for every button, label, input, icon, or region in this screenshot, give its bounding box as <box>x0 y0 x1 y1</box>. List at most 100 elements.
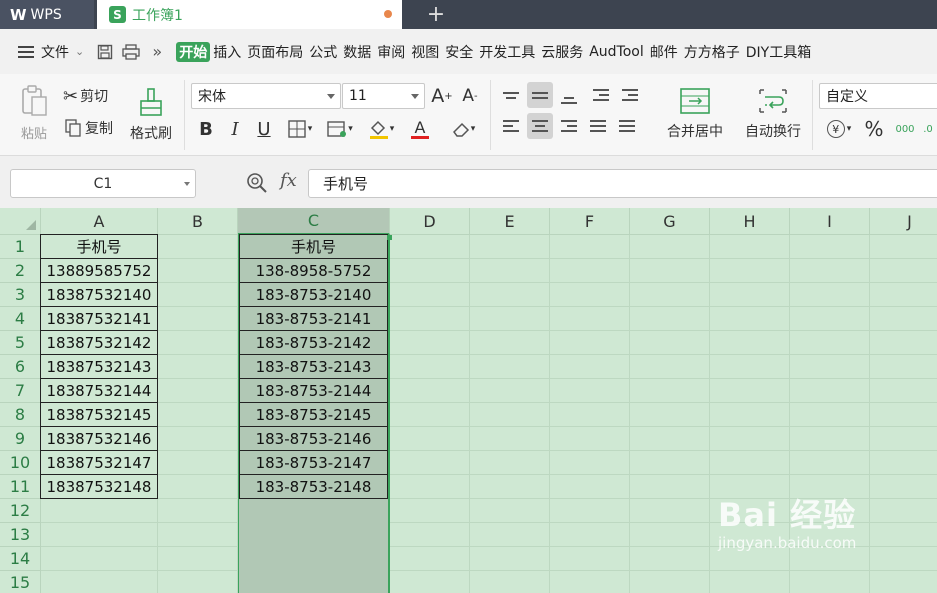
menu-tab-data[interactable]: 数据 <box>340 42 374 62</box>
empty-cell[interactable] <box>470 475 550 499</box>
percent-button[interactable]: % <box>862 116 886 142</box>
empty-cell[interactable] <box>630 403 710 427</box>
tab-wps-home[interactable]: W WPS <box>0 0 94 29</box>
empty-cell[interactable] <box>550 403 630 427</box>
menu-tab-security[interactable]: 安全 <box>442 42 476 62</box>
empty-cell[interactable] <box>550 499 630 523</box>
row-header-6[interactable]: 6 <box>0 355 41 379</box>
empty-cell[interactable] <box>870 235 937 259</box>
cell-a8[interactable]: 18387532145 <box>40 402 158 427</box>
decrease-indent-button[interactable] <box>588 82 614 108</box>
thousands-separator-button[interactable]: 000 <box>892 116 918 142</box>
empty-cell[interactable] <box>630 355 710 379</box>
empty-cell[interactable] <box>158 571 238 593</box>
fill-color-button[interactable]: ▾ <box>364 116 398 142</box>
cell-c6[interactable]: 183-8753-2143 <box>239 354 388 379</box>
column-header-g[interactable]: G <box>630 208 710 235</box>
empty-cell[interactable] <box>41 547 158 571</box>
menu-tab-fangfang[interactable]: 方方格子 <box>681 42 743 62</box>
select-all-corner[interactable] <box>0 208 41 235</box>
empty-cell[interactable] <box>550 283 630 307</box>
justify-button[interactable] <box>585 113 611 139</box>
bold-button[interactable]: B <box>195 116 217 142</box>
empty-cell[interactable] <box>470 499 550 523</box>
font-color-button[interactable]: A <box>404 116 436 142</box>
row-header-9[interactable]: 9 <box>0 427 41 451</box>
empty-cell[interactable] <box>710 427 790 451</box>
empty-cell[interactable] <box>550 427 630 451</box>
cell-c10[interactable]: 183-8753-2147 <box>239 450 388 475</box>
cell-a1[interactable]: 手机号 <box>40 234 158 259</box>
empty-cell[interactable] <box>390 451 470 475</box>
empty-cell[interactable] <box>550 571 630 593</box>
empty-cell[interactable] <box>390 547 470 571</box>
empty-cell[interactable] <box>710 379 790 403</box>
menu-tab-formula[interactable]: 公式 <box>306 42 340 62</box>
empty-cell[interactable] <box>158 523 238 547</box>
empty-cell[interactable] <box>790 427 870 451</box>
empty-cell[interactable] <box>550 379 630 403</box>
wrap-text-button[interactable]: 自动换行 <box>738 82 808 146</box>
cell-a2[interactable]: 13889585752 <box>40 258 158 283</box>
empty-cell[interactable] <box>630 451 710 475</box>
menu-tab-view[interactable]: 视图 <box>408 42 442 62</box>
empty-cell[interactable] <box>870 451 937 475</box>
empty-cell[interactable] <box>630 523 710 547</box>
align-top-button[interactable] <box>498 82 524 108</box>
empty-cell[interactable] <box>790 403 870 427</box>
font-name-select[interactable]: 宋体 <box>191 83 341 109</box>
empty-cell[interactable] <box>390 499 470 523</box>
empty-cell[interactable] <box>630 307 710 331</box>
align-bottom-button[interactable] <box>556 82 582 108</box>
empty-cell[interactable] <box>630 571 710 593</box>
insert-function-button[interactable]: fx <box>280 170 297 191</box>
empty-cell[interactable] <box>790 379 870 403</box>
cell-c8[interactable]: 183-8753-2145 <box>239 402 388 427</box>
empty-cell[interactable] <box>158 547 238 571</box>
column-header-i[interactable]: I <box>790 208 870 235</box>
row-header-15[interactable]: 15 <box>0 571 41 593</box>
empty-cell[interactable] <box>470 571 550 593</box>
save-icon[interactable] <box>95 42 115 62</box>
grow-font-button[interactable]: A + <box>430 83 454 109</box>
empty-cell[interactable] <box>41 571 158 593</box>
cell-a9[interactable]: 18387532146 <box>40 426 158 451</box>
empty-cell[interactable] <box>158 235 238 259</box>
row-header-5[interactable]: 5 <box>0 331 41 355</box>
column-header-d[interactable]: D <box>390 208 470 235</box>
empty-cell[interactable] <box>158 403 238 427</box>
empty-cell[interactable] <box>550 475 630 499</box>
cell-c2[interactable]: 138-8958-5752 <box>239 258 388 283</box>
empty-cell[interactable] <box>158 307 238 331</box>
empty-cell[interactable] <box>390 571 470 593</box>
empty-cell[interactable] <box>470 427 550 451</box>
cell-c9[interactable]: 183-8753-2146 <box>239 426 388 451</box>
column-header-c[interactable]: C <box>238 208 390 235</box>
empty-cell[interactable] <box>870 307 937 331</box>
empty-cell[interactable] <box>710 403 790 427</box>
empty-cell[interactable] <box>630 379 710 403</box>
empty-cell[interactable] <box>790 571 870 593</box>
empty-cell[interactable] <box>158 475 238 499</box>
column-header-j[interactable]: J <box>870 208 937 235</box>
increase-indent-button[interactable] <box>617 82 643 108</box>
empty-cell[interactable] <box>390 355 470 379</box>
menu-tab-page-layout[interactable]: 页面布局 <box>244 42 306 62</box>
empty-cell[interactable] <box>710 259 790 283</box>
cut-button[interactable]: ✂ 剪切 <box>63 84 108 108</box>
empty-cell[interactable] <box>630 331 710 355</box>
font-size-select[interactable]: 11 <box>342 83 425 109</box>
row-header-3[interactable]: 3 <box>0 283 41 307</box>
empty-cell[interactable] <box>390 235 470 259</box>
empty-cell[interactable] <box>870 283 937 307</box>
empty-cell[interactable] <box>710 235 790 259</box>
empty-cell[interactable] <box>630 283 710 307</box>
column-header-a[interactable]: A <box>41 208 158 235</box>
empty-cell[interactable] <box>158 379 238 403</box>
print-icon[interactable] <box>121 42 141 62</box>
cell-a10[interactable]: 18387532147 <box>40 450 158 475</box>
empty-cell[interactable] <box>790 355 870 379</box>
empty-cell[interactable] <box>390 427 470 451</box>
cell-a6[interactable]: 18387532143 <box>40 354 158 379</box>
row-header-4[interactable]: 4 <box>0 307 41 331</box>
